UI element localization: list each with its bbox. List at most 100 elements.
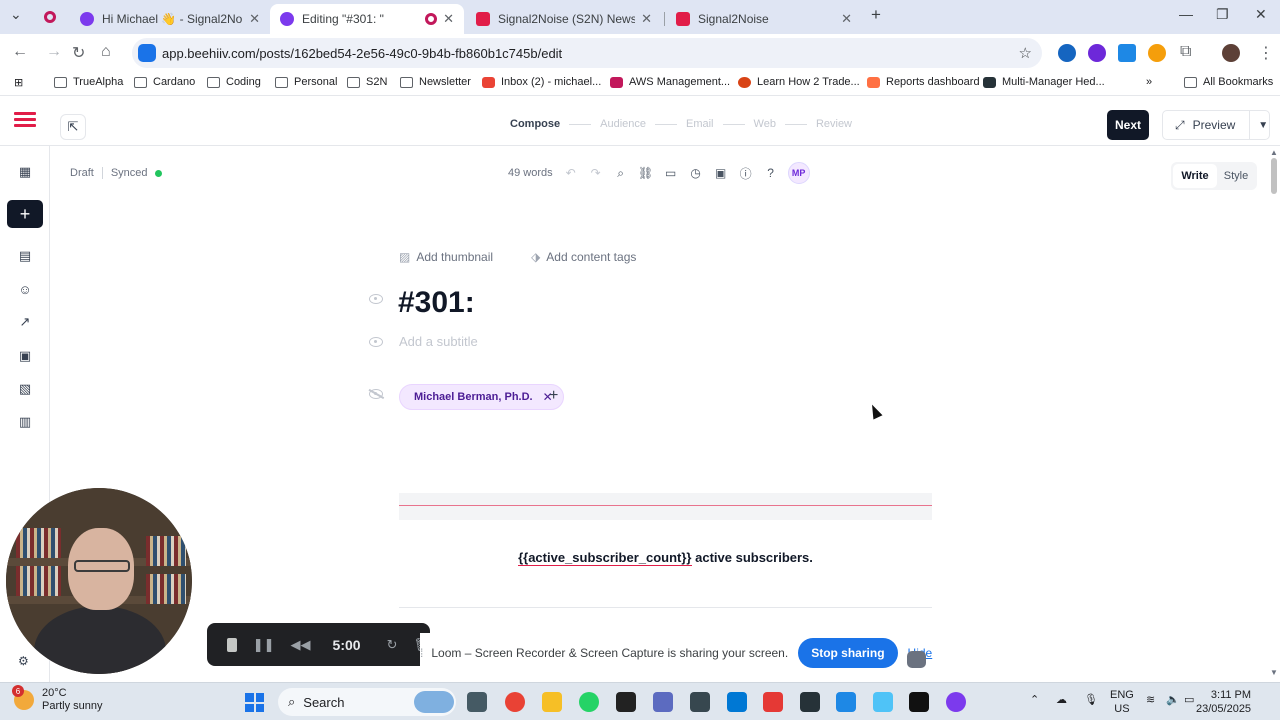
outlook-icon[interactable]: [727, 692, 747, 712]
extension-s-icon[interactable]: [1118, 44, 1136, 62]
style-tab[interactable]: Style: [1217, 170, 1255, 182]
close-tab-icon[interactable]: ✕: [443, 11, 454, 27]
loom-icon[interactable]: [946, 692, 966, 712]
subtitle-visibility-eye-icon[interactable]: [369, 337, 383, 347]
bookmark-cardano[interactable]: Cardano: [134, 76, 195, 88]
chrome-icon[interactable]: [505, 692, 525, 712]
bookmark-s2n[interactable]: S2N: [347, 76, 387, 88]
scroll-down-icon[interactable]: ▼: [1270, 668, 1278, 677]
more-bookmarks-icon[interactable]: »: [1146, 76, 1152, 88]
tab-hi-michael[interactable]: Hi Michael 👋 - Signal2Noise ( ✕: [70, 4, 270, 34]
back-arrow-icon[interactable]: ←: [12, 43, 28, 61]
assistant-bot-icon[interactable]: [907, 651, 926, 668]
close-tab-icon[interactable]: ✕: [249, 11, 260, 27]
author-chip[interactable]: Michael Berman, Ph.D. ✕: [399, 384, 564, 410]
task-view-icon[interactable]: [467, 692, 487, 712]
taskbar-search[interactable]: ⌕ Search: [278, 688, 456, 716]
battery-icon[interactable]: ▭: [1184, 693, 1194, 706]
stacks-icon[interactable]: [653, 692, 673, 712]
bookmark-multi-manager[interactable]: Multi-Manager Hed...: [983, 76, 1105, 88]
app-dark-icon[interactable]: [909, 692, 929, 712]
loom-webcam-bubble[interactable]: [6, 488, 192, 674]
tray-chevron-up-icon[interactable]: ⌃: [1030, 693, 1039, 706]
audience-users-icon[interactable]: ☺: [17, 281, 33, 297]
reload-icon[interactable]: ↻: [72, 43, 85, 63]
app-triangle-icon[interactable]: [763, 692, 783, 712]
analytics-bar-icon[interactable]: ▥: [17, 414, 33, 430]
growth-trend-icon[interactable]: ↗: [17, 314, 33, 330]
extension-orange-icon[interactable]: [1148, 44, 1166, 62]
scroll-up-icon[interactable]: ▲: [1270, 148, 1278, 157]
scrollbar-thumb[interactable]: [1271, 158, 1277, 194]
help-icon[interactable]: ?: [764, 166, 778, 180]
monetize-icon[interactable]: ▣: [17, 348, 33, 364]
minimize-window-icon[interactable]: —: [1179, 6, 1193, 22]
site-info-icon[interactable]: [138, 44, 156, 62]
home-icon[interactable]: ⌂: [101, 43, 111, 61]
extension-zm-icon[interactable]: [1058, 44, 1076, 62]
tab-editing-301[interactable]: Editing "#301: " ✕: [270, 4, 464, 34]
address-bar[interactable]: app.beehiiv.com/posts/162bed54-2e56-49c0…: [132, 38, 1042, 68]
info-icon[interactable]: ⓘ: [739, 166, 753, 181]
windows-start-icon[interactable]: [245, 693, 264, 712]
posts-document-icon[interactable]: ▤: [17, 248, 33, 264]
forward-arrow-icon[interactable]: →: [46, 43, 62, 61]
vscode-icon[interactable]: [836, 692, 856, 712]
exit-editor-button[interactable]: ⇱: [60, 114, 86, 140]
tab-search-chevron-icon[interactable]: ⌄: [10, 6, 22, 23]
restart-icon[interactable]: ↻: [387, 637, 398, 653]
system-clock[interactable]: 3:11 PM 23/05/2025: [1196, 688, 1251, 716]
bookmark-aws[interactable]: AWS Management...: [610, 76, 730, 88]
header-banner-block[interactable]: [399, 493, 932, 520]
redo-icon[interactable]: ↷: [589, 166, 603, 180]
beehiiv-logo-icon[interactable]: [14, 112, 36, 134]
step-audience[interactable]: Audience: [600, 118, 646, 130]
stop-recording-icon[interactable]: [227, 637, 237, 652]
close-tab-icon[interactable]: ✕: [841, 11, 852, 27]
step-web[interactable]: Web: [754, 118, 776, 130]
dashboard-grid-icon[interactable]: ▦: [17, 164, 33, 180]
add-author-plus-icon[interactable]: +: [549, 387, 558, 405]
language-indicator[interactable]: ENG US: [1110, 688, 1134, 716]
add-content-tags-button[interactable]: ⬗ Add content tags: [531, 250, 636, 264]
speaker-icon[interactable]: 🔈: [1166, 693, 1180, 706]
wifi-icon[interactable]: ≋: [1146, 693, 1155, 706]
tab-signal2noise[interactable]: Signal2Noise ✕: [666, 4, 862, 34]
bookmark-star-icon[interactable]: ☆: [1019, 44, 1032, 62]
save-icon[interactable]: ▣: [714, 166, 728, 180]
collaborator-avatar[interactable]: MP: [787, 162, 810, 184]
page-scrollbar[interactable]: ▲ ▼: [1268, 146, 1280, 682]
terminal-icon[interactable]: [800, 692, 820, 712]
write-tab[interactable]: Write: [1173, 164, 1217, 188]
profile-avatar[interactable]: [1222, 44, 1240, 62]
calendar-icon[interactable]: [690, 692, 710, 712]
website-icon[interactable]: ▧: [17, 381, 33, 397]
whatsapp-icon[interactable]: [579, 692, 599, 712]
bookmark-reports[interactable]: Reports dashboard: [867, 76, 980, 88]
bookmark-coding[interactable]: Coding: [207, 76, 261, 88]
bookmark-newsletter[interactable]: Newsletter: [400, 76, 471, 88]
add-thumbnail-button[interactable]: ▨ Add thumbnail: [399, 250, 493, 264]
step-email[interactable]: Email: [686, 118, 714, 130]
notion-icon[interactable]: [616, 692, 636, 712]
subtitle-input[interactable]: Add a subtitle: [399, 334, 478, 349]
bookmark-personal[interactable]: Personal: [275, 76, 337, 88]
title-visibility-eye-icon[interactable]: [369, 294, 383, 304]
extension-badge-icon[interactable]: [1088, 44, 1106, 62]
author-visibility-eye-off-icon[interactable]: [369, 389, 383, 399]
tab-s2n-news[interactable]: Signal2Noise (S2N) News ✕: [466, 4, 662, 34]
next-button[interactable]: Next: [1107, 110, 1149, 140]
apps-grid-icon[interactable]: ⊞: [14, 76, 23, 89]
file-explorer-icon[interactable]: [542, 692, 562, 712]
close-window-icon[interactable]: ✕: [1255, 6, 1267, 23]
browser-menu-icon[interactable]: ⋮: [1258, 43, 1274, 63]
restore-window-icon[interactable]: ❐: [1216, 6, 1229, 23]
drag-handle-icon[interactable]: ⁞: [420, 646, 423, 660]
close-tab-icon[interactable]: ✕: [641, 11, 652, 27]
all-bookmarks[interactable]: All Bookmarks: [1184, 76, 1273, 88]
create-new-button[interactable]: +: [7, 200, 43, 228]
stop-sharing-button[interactable]: Stop sharing: [798, 638, 898, 668]
extensions-puzzle-icon[interactable]: ⧉: [1180, 43, 1191, 61]
microphone-icon[interactable]: 🎙: [1084, 693, 1098, 706]
subscriber-count-line[interactable]: {{active_subscriber_count}} active subsc…: [399, 550, 932, 566]
